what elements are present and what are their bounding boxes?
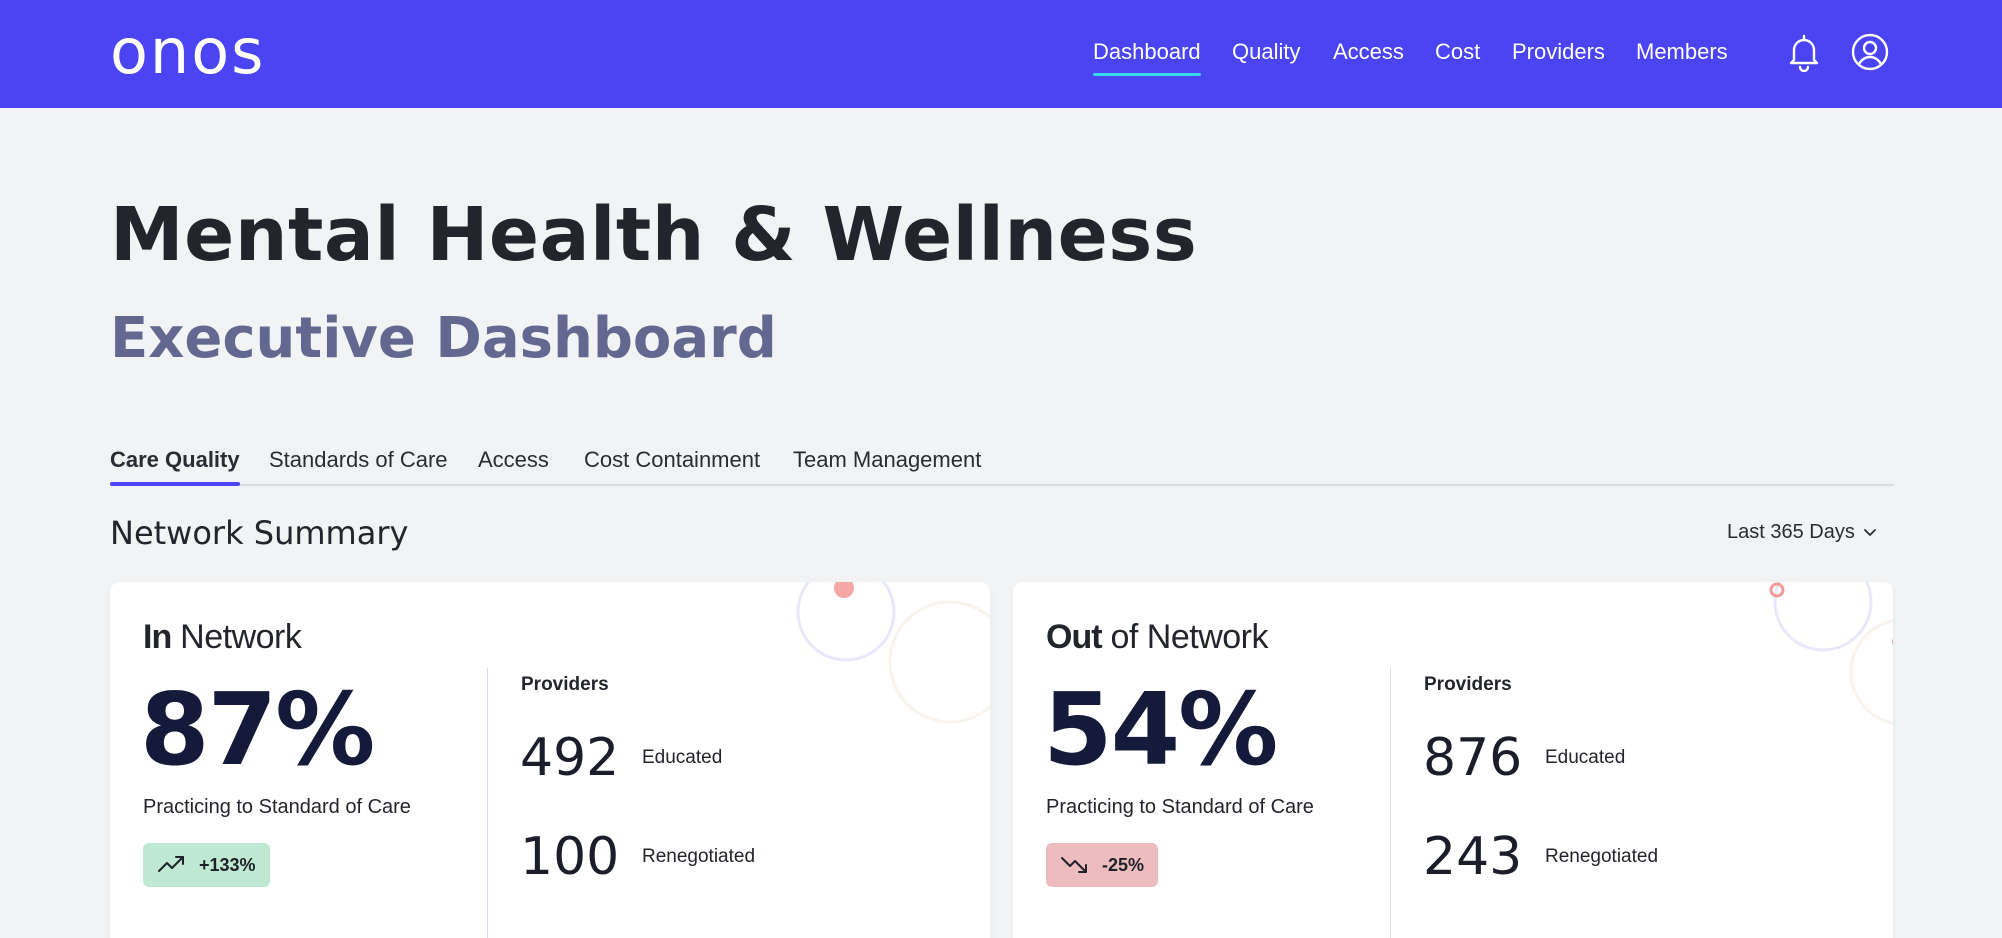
nav-members[interactable]: Members (1636, 38, 1728, 66)
in-network-card: In Network 87% Practicing to Standard of… (110, 582, 990, 938)
renegotiated-count: 100 (520, 827, 620, 887)
onos-logo[interactable]: onos (110, 16, 265, 88)
card-title: In Network (143, 618, 302, 656)
trend-down-icon (1061, 857, 1087, 873)
educated-count: 492 (520, 728, 620, 788)
tab-care-quality[interactable]: Care Quality (110, 446, 240, 486)
chevron-down-icon (1863, 528, 1876, 536)
renegotiated-label: Renegotiated (642, 846, 756, 867)
tab-cost-containment[interactable]: Cost Containment (584, 446, 760, 474)
dashboard-tabs: Care Quality Standards of Care Access Co… (110, 446, 1894, 486)
trend-value: -25% (1102, 854, 1145, 875)
trend-up-icon (158, 856, 184, 872)
card-divider (487, 668, 488, 938)
nav-cost[interactable]: Cost (1435, 38, 1480, 66)
nav-access[interactable]: Access (1333, 38, 1404, 66)
providers-label: Providers (521, 674, 609, 695)
providers-label: Providers (1424, 674, 1512, 695)
nav-dashboard[interactable]: Dashboard (1093, 38, 1201, 76)
educated-label: Educated (642, 747, 723, 768)
percent-caption: Practicing to Standard of Care (1046, 796, 1314, 818)
user-account-icon[interactable] (1850, 32, 1890, 72)
percent-caption: Practicing to Standard of Care (143, 796, 411, 818)
bell-icon[interactable] (1784, 32, 1824, 73)
tab-standards-of-care[interactable]: Standards of Care (269, 446, 448, 474)
nav-quality[interactable]: Quality (1232, 38, 1300, 66)
top-navigation-bar: onos Dashboard Quality Access Cost Provi… (0, 0, 2002, 108)
standard-of-care-percent: 87% (140, 671, 375, 788)
renegotiated-count: 243 (1423, 827, 1523, 887)
decorative-circles (796, 582, 990, 724)
out-of-network-card: Out of Network 54% Practicing to Standar… (1013, 582, 1893, 938)
decorative-circles (1769, 582, 1893, 725)
card-divider (1390, 668, 1391, 938)
trend-badge: +133% (143, 843, 270, 887)
educated-count: 876 (1423, 728, 1523, 788)
section-title: Network Summary (110, 514, 409, 552)
renegotiated-label: Renegotiated (1545, 846, 1659, 867)
date-range-label: Last 365 Days (1727, 521, 1855, 543)
date-range-dropdown[interactable]: Last 365 Days (1727, 521, 1877, 544)
trend-badge: -25% (1046, 843, 1159, 887)
standard-of-care-percent: 54% (1043, 671, 1278, 788)
educated-label: Educated (1545, 747, 1626, 768)
card-title: Out of Network (1046, 618, 1268, 656)
page-title: Mental Health & Wellness (110, 192, 1198, 278)
page-subtitle: Executive Dashboard (110, 306, 777, 371)
tab-access[interactable]: Access (478, 446, 549, 474)
trend-value: +133% (199, 854, 256, 875)
tab-team-management[interactable]: Team Management (793, 446, 981, 474)
nav-providers[interactable]: Providers (1512, 38, 1605, 66)
